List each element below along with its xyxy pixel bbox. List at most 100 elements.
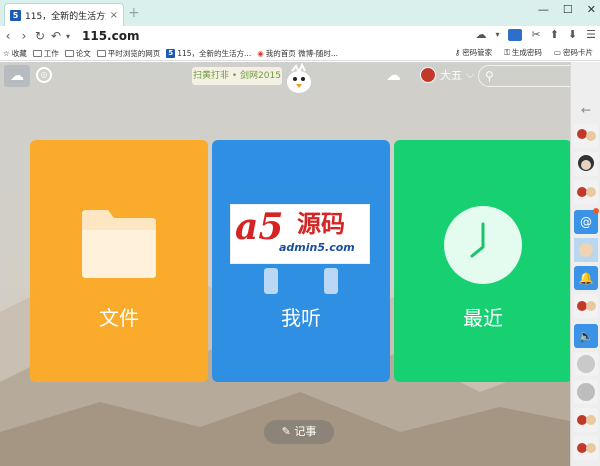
clock-icon <box>444 206 522 284</box>
download-icon[interactable]: ⬇ <box>568 28 577 41</box>
contact-avatar[interactable] <box>574 180 598 204</box>
menu-icon[interactable]: ☰ <box>586 28 596 41</box>
files-card[interactable]: 文件 <box>30 140 208 382</box>
site-favicon-icon: 5 <box>166 48 176 58</box>
tab-title: 115，全新的生活方式！ <box>25 11 106 22</box>
clock-hands-icon <box>470 222 485 258</box>
minimize-button[interactable]: — <box>538 3 549 16</box>
contact-avatar[interactable] <box>574 380 598 404</box>
recent-card[interactable]: 最近 <box>394 140 572 382</box>
watermark-logo: a5 源码 admin5.com <box>230 204 370 264</box>
cloud-sync-icon[interactable]: ☁ <box>386 66 401 84</box>
files-label: 文件 <box>99 306 139 330</box>
back-arrow-icon[interactable]: ← <box>574 98 598 122</box>
close-window-button[interactable]: ✕ <box>587 3 596 16</box>
cloud-home-button[interactable]: ☁ <box>4 65 30 87</box>
bookmark-label: 生成密码 <box>511 48 542 57</box>
contact-avatar[interactable] <box>574 152 598 176</box>
bookmark-115[interactable]: 5 115，全新的生活方... <box>163 48 254 59</box>
lock-icon: ⚿ <box>504 47 510 57</box>
upload-icon[interactable]: ⬆ <box>550 28 559 41</box>
pencil-icon: ✎ <box>281 425 291 438</box>
folder-icon <box>32 49 42 57</box>
promo-banner[interactable]: 扫黄打非 • 剑网2015 <box>192 67 282 85</box>
chevron-down-icon: ⌵ <box>466 68 475 81</box>
mentions-button[interactable]: @ <box>574 208 599 234</box>
notification-dot <box>593 208 599 214</box>
avatar <box>577 443 596 453</box>
search-icon: ⚲ <box>485 69 494 83</box>
bookmark-label: 我的首页 微博-随时... <box>265 48 338 58</box>
contact-avatar[interactable] <box>574 436 598 460</box>
contact-avatar[interactable] <box>574 124 598 148</box>
address-bar[interactable]: 115.com <box>82 29 382 43</box>
note-button[interactable]: ✎ 记事 <box>264 420 334 444</box>
scissors-icon[interactable]: ✂ <box>531 28 540 41</box>
extension-icon[interactable] <box>508 28 523 41</box>
cloud-dropdown-icon[interactable]: ▾ <box>495 30 499 39</box>
window-controls: — ☐ ✕ <box>538 3 596 16</box>
navigation-bar: ‹ › ↻ ↶ ▾ 115.com ☁ ▾ ✂ ⬆ ⬇ ☰ <box>0 26 600 46</box>
listen-card[interactable]: a5 源码 admin5.com 我听 <box>212 140 390 382</box>
headphone-left-icon <box>264 268 278 294</box>
watermark-url: admin5.com <box>279 241 355 254</box>
cloud-icon[interactable]: ☁ <box>475 28 486 41</box>
bell-icon: 🔔 <box>578 271 594 285</box>
bookmark-label: 密码卡片 <box>563 48 593 57</box>
maximize-button[interactable]: ☐ <box>563 3 573 16</box>
bookmark-papers[interactable]: 论文 <box>62 48 94 59</box>
avatar <box>577 301 596 311</box>
password-manager[interactable]: ⚷ 密码管家 <box>452 47 496 58</box>
contact-avatar[interactable] <box>574 352 598 376</box>
note-label: 记事 <box>294 425 317 438</box>
tab-115[interactable]: 5 115，全新的生活方式！ × <box>4 3 124 26</box>
nav-toolbar: ☁ ▾ ✂ ⬆ ⬇ ☰ <box>475 28 596 41</box>
contact-avatar[interactable] <box>574 238 598 262</box>
user-menu[interactable]: 大五 ⌵ <box>420 67 474 83</box>
user-name: 大五 <box>440 69 462 82</box>
watermark-a5: a5 <box>235 206 284 248</box>
folder-icon <box>64 49 74 57</box>
card-icon: ▭ <box>553 48 561 57</box>
bookmark-label: 平时浏览的网页 <box>107 48 161 58</box>
circle-menu-icon[interactable]: ◎ <box>36 67 52 83</box>
listen-label: 我听 <box>281 306 321 330</box>
new-tab-button[interactable]: + <box>128 5 140 21</box>
watermark-cn: 源码 <box>297 210 345 238</box>
avatar <box>577 187 596 197</box>
avatar <box>574 238 598 262</box>
avatar <box>577 129 596 141</box>
app-page: ☁ ◎ 扫黄打非 • 剑网2015 ☁ 大五 ⌵ ⚲ 文件 a5 源码 admi… <box>0 62 600 466</box>
avatar <box>577 383 595 401</box>
folder-icon <box>96 49 106 57</box>
reload-button[interactable]: ↻ <box>32 29 48 43</box>
bookmark-browsing[interactable]: 平时浏览的网页 <box>94 48 164 59</box>
close-tab-icon[interactable]: × <box>110 10 118 21</box>
undo-button[interactable]: ↶ <box>48 29 64 43</box>
avatar <box>577 355 595 373</box>
generate-password[interactable]: ⚿ 生成密码 <box>501 47 545 58</box>
avatar <box>420 67 436 83</box>
notifications-button[interactable]: 🔔 <box>574 266 598 290</box>
site-favicon-icon: 5 <box>10 9 21 21</box>
right-sidebar: ← @ 🔔 🔈 <box>570 62 600 466</box>
bookmark-weibo[interactable]: ◉ 我的首页 微博-随时... <box>254 48 341 59</box>
bookmark-label: 工作 <box>43 48 59 58</box>
at-icon: @ <box>580 215 592 229</box>
bookmark-label: 115，全新的生活方... <box>177 48 252 58</box>
sound-button[interactable]: 🔈 <box>574 324 598 348</box>
back-button[interactable]: ‹ <box>0 29 16 43</box>
bookmark-work[interactable]: 工作 <box>30 48 62 59</box>
forward-button[interactable]: › <box>16 29 32 43</box>
favorites-label: 收藏 <box>11 48 27 58</box>
contact-avatar[interactable] <box>574 408 598 432</box>
key-icon: ⚷ <box>454 48 461 57</box>
favorites-menu[interactable]: ☆ 收藏 <box>0 48 30 59</box>
app-header: ☁ ◎ 扫黄打非 • 剑网2015 ☁ 大五 ⌵ ⚲ <box>0 62 598 93</box>
password-tools: ⚷ 密码管家 ⚿ 生成密码 ▭ 密码卡片 <box>452 47 596 58</box>
history-dropdown-icon[interactable]: ▾ <box>64 32 72 41</box>
password-card[interactable]: ▭ 密码卡片 <box>551 47 596 58</box>
headphone-right-icon <box>324 268 338 294</box>
recent-label: 最近 <box>463 306 503 330</box>
contact-avatar[interactable] <box>574 294 598 318</box>
